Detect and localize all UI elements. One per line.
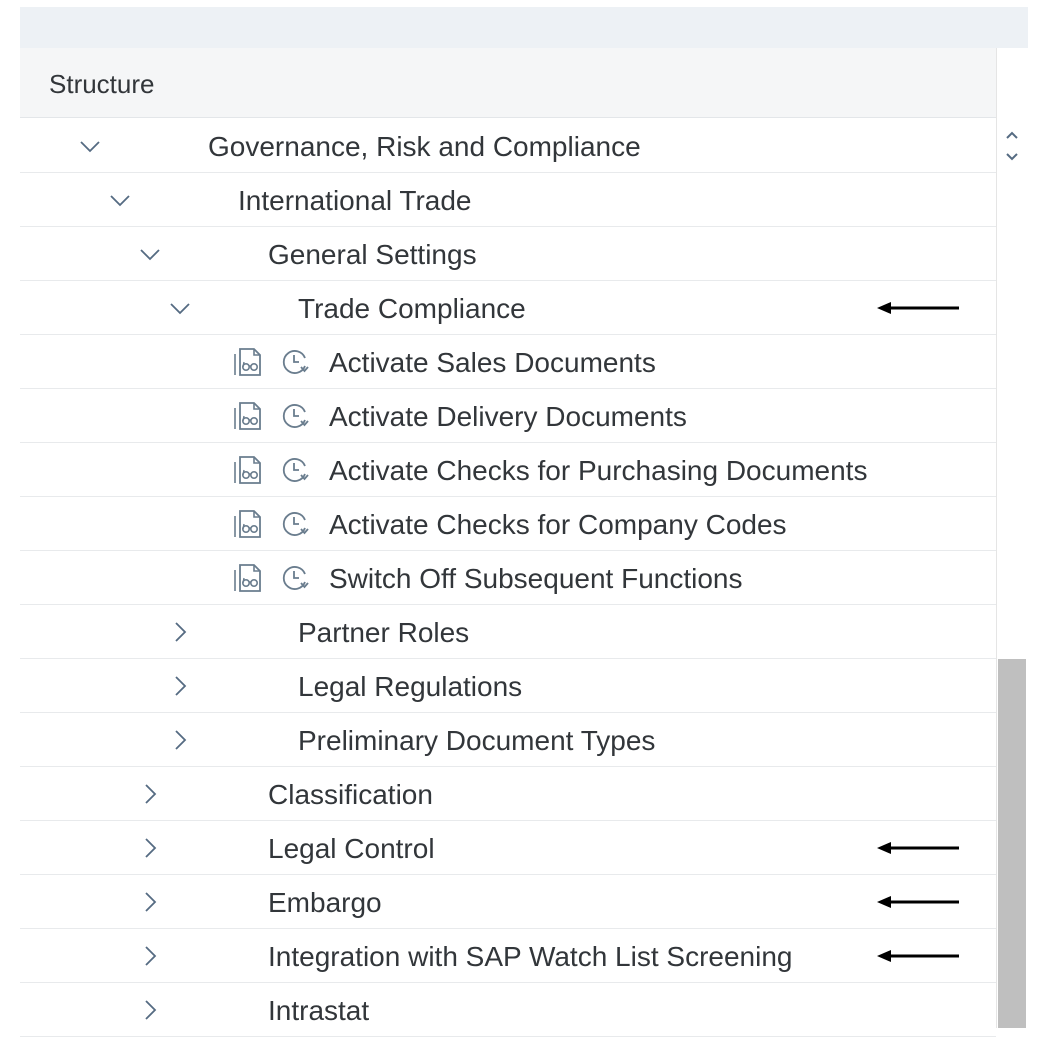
tree-row[interactable]: Partner Roles bbox=[20, 605, 996, 659]
tree-node-label[interactable]: Intrastat bbox=[268, 995, 369, 1027]
tree-row[interactable]: Trade Compliance bbox=[20, 281, 996, 335]
leaf-icons bbox=[232, 508, 322, 540]
document-glasses-icon[interactable] bbox=[232, 346, 264, 378]
chevron-down-icon[interactable] bbox=[167, 295, 193, 321]
tree-header: Structure bbox=[20, 48, 996, 118]
chevron-right-icon[interactable] bbox=[167, 619, 193, 645]
tree-row[interactable]: Preliminary Document Types bbox=[20, 713, 996, 767]
arrow-left-icon bbox=[877, 895, 959, 909]
chevron-right-icon[interactable] bbox=[167, 673, 193, 699]
chevron-right-icon[interactable] bbox=[137, 997, 163, 1023]
clock-icon[interactable] bbox=[280, 347, 310, 377]
tree-node-label[interactable]: Activate Checks for Purchasing Documents bbox=[329, 455, 867, 487]
chevron-down-icon[interactable] bbox=[137, 241, 163, 267]
document-glasses-icon[interactable] bbox=[232, 562, 264, 594]
chevron-right-icon[interactable] bbox=[137, 943, 163, 969]
tree-row[interactable]: Legal Control bbox=[20, 821, 996, 875]
arrow-left-icon bbox=[877, 301, 959, 315]
tree-node-label[interactable]: General Settings bbox=[268, 239, 477, 271]
leaf-icons bbox=[232, 346, 322, 378]
tree-node-label[interactable]: Classification bbox=[268, 779, 433, 811]
clock-icon[interactable] bbox=[280, 563, 310, 593]
tree-node-label[interactable]: Switch Off Subsequent Functions bbox=[329, 563, 743, 595]
scroll-up-icon[interactable] bbox=[1003, 128, 1021, 142]
grid-divider bbox=[996, 48, 997, 1028]
tree-node-label[interactable]: Legal Control bbox=[268, 833, 435, 865]
scroll-down-icon[interactable] bbox=[1003, 150, 1021, 164]
clock-icon[interactable] bbox=[280, 509, 310, 539]
clock-icon[interactable] bbox=[280, 455, 310, 485]
leaf-icons bbox=[232, 400, 322, 432]
tree-node-label[interactable]: International Trade bbox=[238, 185, 472, 217]
document-glasses-icon[interactable] bbox=[232, 508, 264, 540]
tree-row[interactable]: Activate Delivery Documents bbox=[20, 389, 996, 443]
scrollbar-thumb[interactable] bbox=[998, 659, 1026, 1028]
chevron-right-icon[interactable] bbox=[137, 835, 163, 861]
tree-row[interactable]: Intrastat bbox=[20, 983, 996, 1037]
document-glasses-icon[interactable] bbox=[232, 454, 264, 486]
tree-node-label[interactable]: Legal Regulations bbox=[298, 671, 522, 703]
tree-node-label[interactable]: Activate Sales Documents bbox=[329, 347, 656, 379]
clock-icon[interactable] bbox=[280, 401, 310, 431]
tree-row[interactable]: Switch Off Subsequent Functions bbox=[20, 551, 996, 605]
leaf-icons bbox=[232, 454, 322, 486]
tree-row[interactable]: General Settings bbox=[20, 227, 996, 281]
tree-node-label[interactable]: Preliminary Document Types bbox=[298, 725, 655, 757]
leaf-icons bbox=[232, 562, 322, 594]
arrow-left-icon bbox=[877, 949, 959, 963]
chevron-right-icon[interactable] bbox=[137, 889, 163, 915]
tree-row[interactable]: Classification bbox=[20, 767, 996, 821]
document-glasses-icon[interactable] bbox=[232, 400, 264, 432]
chevron-down-icon[interactable] bbox=[107, 187, 133, 213]
tree-node-label[interactable]: Integration with SAP Watch List Screenin… bbox=[268, 941, 793, 973]
tree-node-label[interactable]: Partner Roles bbox=[298, 617, 469, 649]
column-header-structure: Structure bbox=[49, 69, 155, 99]
chevron-down-icon[interactable] bbox=[77, 133, 103, 159]
tree-row[interactable]: Legal Regulations bbox=[20, 659, 996, 713]
tree-node-label[interactable]: Governance, Risk and Compliance bbox=[208, 131, 641, 163]
tree-row[interactable]: Governance, Risk and Compliance bbox=[20, 119, 996, 173]
toolbar-band bbox=[20, 7, 1028, 48]
structure-tree: Governance, Risk and Compliance Internati… bbox=[20, 119, 996, 1037]
tree-node-label[interactable]: Activate Delivery Documents bbox=[329, 401, 687, 433]
tree-row[interactable]: Integration with SAP Watch List Screenin… bbox=[20, 929, 996, 983]
chevron-right-icon[interactable] bbox=[137, 781, 163, 807]
tree-row[interactable]: Activate Checks for Company Codes bbox=[20, 497, 996, 551]
tree-row[interactable]: International Trade bbox=[20, 173, 996, 227]
tree-node-label[interactable]: Embargo bbox=[268, 887, 382, 919]
tree-node-label[interactable]: Activate Checks for Company Codes bbox=[329, 509, 787, 541]
tree-node-label[interactable]: Trade Compliance bbox=[298, 293, 526, 325]
tree-row[interactable]: Embargo bbox=[20, 875, 996, 929]
tree-row[interactable]: Activate Checks for Purchasing Documents bbox=[20, 443, 996, 497]
arrow-left-icon bbox=[877, 841, 959, 855]
tree-row[interactable]: Activate Sales Documents bbox=[20, 335, 996, 389]
chevron-right-icon[interactable] bbox=[167, 727, 193, 753]
